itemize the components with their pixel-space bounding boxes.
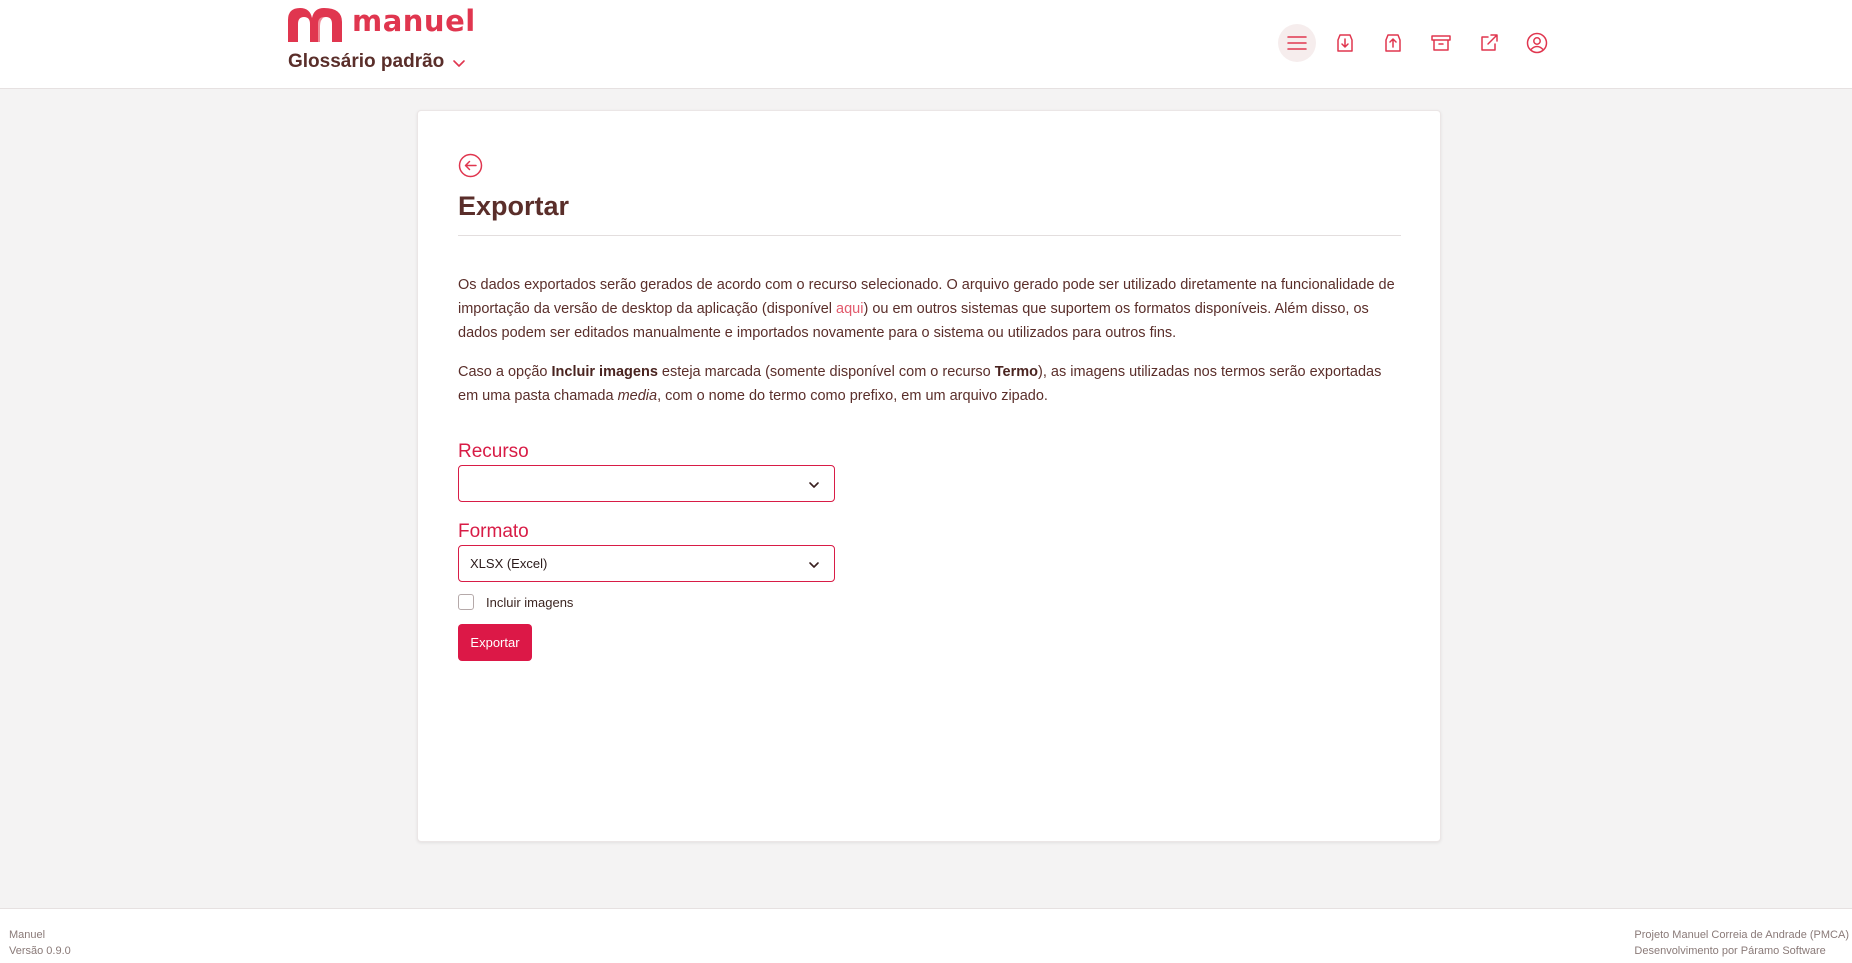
footer-credits: Projeto Manuel Correia de Andrade (PMCA)… bbox=[1634, 927, 1849, 959]
description-paragraph-2: Caso a opção Incluir imagens esteja marc… bbox=[458, 360, 1403, 408]
bold-text: Incluir imagens bbox=[551, 364, 658, 380]
description-paragraph-1: Os dados exportados serão gerados de aco… bbox=[458, 273, 1403, 345]
top-bar: manuel Glossário padrão bbox=[0, 0, 1852, 89]
chevron-down-icon bbox=[809, 482, 819, 488]
export-button-toolbar[interactable] bbox=[1374, 24, 1412, 62]
archive-button[interactable] bbox=[1422, 24, 1460, 62]
include-images-checkbox[interactable] bbox=[458, 594, 474, 610]
external-link-icon bbox=[1481, 34, 1498, 51]
page-title: Exportar bbox=[458, 191, 570, 221]
chevron-down-icon bbox=[453, 60, 466, 67]
footer-developer: Desenvolvimento por Páramo Software bbox=[1634, 945, 1826, 957]
menu-icon bbox=[1287, 36, 1307, 50]
app-logo[interactable]: manuel bbox=[288, 4, 476, 42]
glossary-title: Glossário padrão bbox=[288, 51, 445, 72]
footer-version: Versão 0.9.0 bbox=[9, 945, 71, 957]
description-text: esteja marcada (somente disponível com o… bbox=[657, 364, 995, 380]
description-text: Caso a opção bbox=[458, 364, 552, 380]
title-divider bbox=[458, 235, 1401, 236]
resource-select[interactable] bbox=[458, 465, 835, 502]
footer-app-info: Manuel Versão 0.9.0 bbox=[9, 927, 71, 959]
export-card: Exportar Os dados exportados serão gerad… bbox=[417, 110, 1441, 842]
archive-icon bbox=[1431, 35, 1451, 51]
format-label: Formato bbox=[458, 521, 529, 542]
glossary-selector[interactable]: Glossário padrão bbox=[288, 51, 466, 73]
footer-project: Projeto Manuel Correia de Andrade (PMCA) bbox=[1634, 929, 1849, 941]
format-select[interactable]: XLSX (Excel) bbox=[458, 545, 835, 582]
include-images-option[interactable]: Incluir imagens bbox=[458, 594, 573, 610]
user-icon bbox=[1526, 32, 1548, 54]
format-select-value: XLSX (Excel) bbox=[470, 556, 548, 571]
resource-label: Recurso bbox=[458, 441, 529, 462]
logo-mark-icon bbox=[288, 8, 342, 42]
external-link-button[interactable] bbox=[1470, 24, 1508, 62]
footer-app-name: Manuel bbox=[9, 929, 46, 941]
export-button[interactable]: Exportar bbox=[458, 624, 532, 661]
footer: Manuel Versão 0.9.0 Projeto Manuel Corre… bbox=[0, 908, 1852, 963]
back-arrow-icon[interactable] bbox=[458, 153, 483, 178]
chevron-down-icon bbox=[809, 562, 819, 568]
desktop-download-link[interactable]: aqui bbox=[836, 301, 863, 317]
description-text: , com o nome do termo como prefixo, em u… bbox=[657, 388, 1048, 404]
include-images-label: Incluir imagens bbox=[486, 594, 574, 610]
account-button[interactable] bbox=[1518, 24, 1556, 62]
brand-name: manuel bbox=[352, 4, 476, 38]
import-button[interactable] bbox=[1326, 24, 1364, 62]
toolbar bbox=[1278, 24, 1566, 62]
italic-text: media bbox=[617, 388, 658, 404]
export-icon bbox=[1385, 34, 1401, 52]
menu-button[interactable] bbox=[1278, 24, 1316, 62]
bold-text: Termo bbox=[994, 364, 1039, 380]
import-icon bbox=[1337, 34, 1353, 52]
